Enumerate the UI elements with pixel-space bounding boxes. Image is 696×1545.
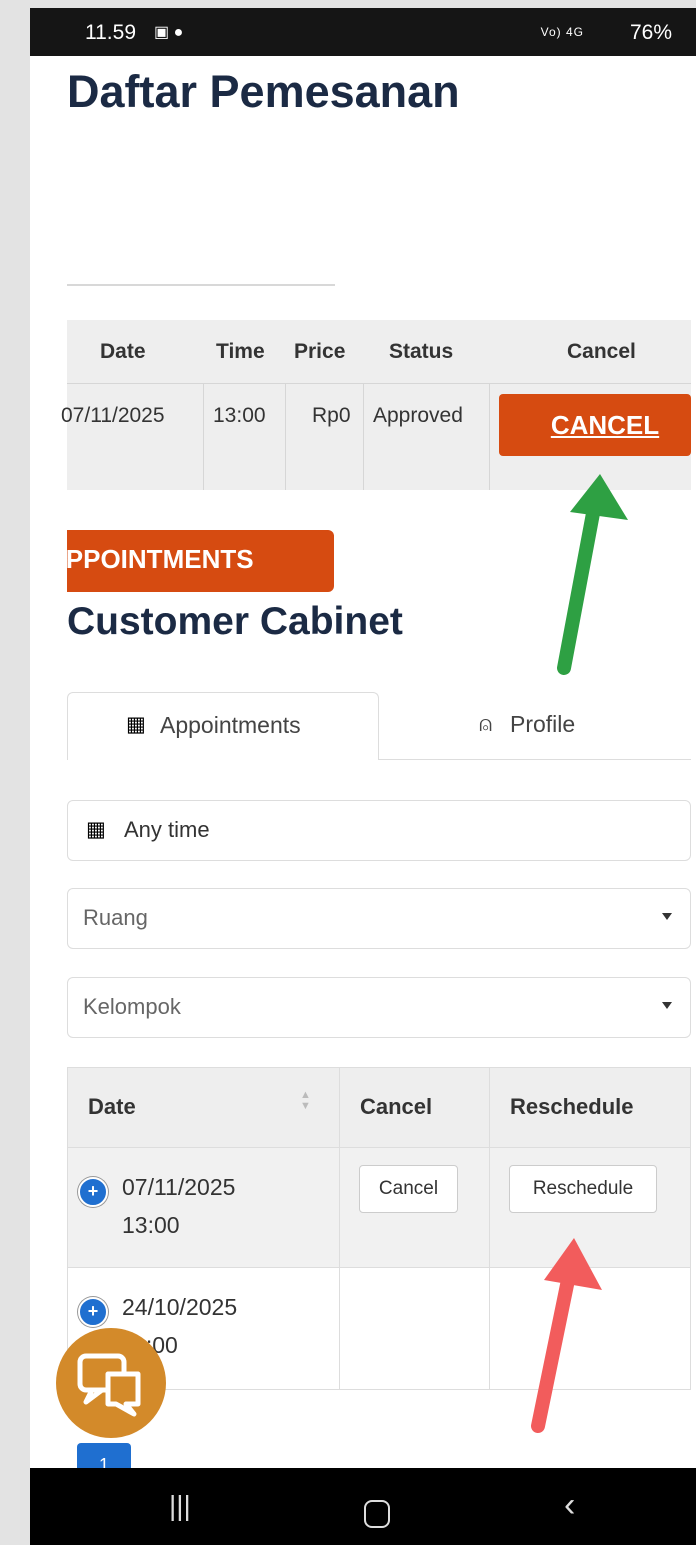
expand-icon[interactable]: + (78, 1177, 108, 1207)
recent-apps-icon[interactable]: ||| (169, 1490, 191, 1522)
table-header: Date ▲ ▼ Cancel Reschedule (68, 1068, 690, 1148)
header-price: Price (294, 340, 346, 363)
header-cancel: Cancel (360, 1094, 433, 1119)
cell-status: Approved (373, 404, 463, 427)
header-date: Date (100, 340, 146, 363)
tab-appointments[interactable]: ▦ Appointments (67, 692, 379, 760)
divider (67, 284, 335, 286)
home-icon[interactable] (364, 1500, 390, 1528)
appointments-banner-label: APPOINTMENTS (67, 544, 254, 574)
phone-screen: 11.59 ▣ ● Vo) 4G 76% Daftar Pemesanan Da… (30, 8, 696, 1545)
back-icon[interactable]: ‹ (564, 1486, 575, 1525)
tabs: ▦ Appointments ⍝ Profile (67, 692, 691, 760)
date-filter-value: Any time (124, 817, 210, 842)
cell-time: 13:00 (213, 404, 266, 427)
column-divider (489, 384, 490, 490)
room-select[interactable]: Ruang (67, 888, 691, 949)
user-icon: ⍝ (479, 711, 493, 736)
cell-price: Rp0 (312, 404, 351, 427)
row-date-value: 07/11/2025 (122, 1174, 236, 1200)
header-status: Status (389, 340, 454, 363)
row-date: 07/11/2025 13:00 (122, 1168, 235, 1244)
column-divider (339, 1068, 340, 1389)
column-divider (363, 384, 364, 490)
column-divider (203, 384, 204, 490)
red-arrow-annotation (531, 1238, 602, 1433)
row-time-value: 13:00 (122, 1212, 180, 1238)
page-title: Daftar Pemesanan (67, 66, 460, 117)
group-select-value: Kelompok (83, 994, 181, 1019)
status-bar: 11.59 ▣ ● Vo) 4G 76% (30, 8, 696, 56)
header-cancel: Cancel (567, 340, 636, 363)
battery-level: 76% (629, 21, 672, 44)
header-divider (67, 383, 691, 384)
tab-profile-label: Profile (510, 711, 576, 737)
cabinet-title: Customer Cabinet (67, 600, 403, 643)
chat-button[interactable] (56, 1328, 166, 1438)
column-divider (489, 1068, 490, 1389)
header-date: Date (88, 1094, 136, 1119)
cell-date: 07/11/2025 (61, 404, 165, 427)
green-arrow-annotation (557, 474, 628, 675)
calendar-icon: ▦ (126, 713, 146, 736)
status-time: 11.59 (85, 21, 136, 44)
row-date-value: 24/10/2025 (122, 1294, 238, 1320)
cancel-booking-button[interactable]: CANCEL (499, 394, 691, 456)
cancel-button[interactable]: Cancel (359, 1165, 458, 1213)
tab-profile[interactable]: ⍝ Profile (379, 692, 691, 760)
notification-icons: ▣ ● (154, 24, 184, 41)
calendar-icon: ▦ (86, 818, 106, 841)
tab-appointments-label: Appointments (160, 712, 301, 738)
column-divider (285, 384, 286, 490)
chevron-down-icon (662, 913, 672, 920)
header-reschedule: Reschedule (510, 1094, 634, 1119)
system-nav-bar: ||| ‹ (30, 1468, 696, 1545)
header-time: Time (216, 340, 265, 363)
sort-icon[interactable]: ▲ ▼ (300, 1090, 311, 1112)
room-select-value: Ruang (83, 905, 148, 930)
date-filter[interactable]: ▦ Any time (67, 800, 691, 861)
booking-table: Date Time Price Status Cancel 07/11/2025… (61, 320, 691, 490)
group-select[interactable]: Kelompok (67, 977, 691, 1038)
network-indicator: Vo) 4G (540, 25, 584, 39)
reschedule-button[interactable]: Reschedule (509, 1165, 657, 1213)
chat-icon (77, 1353, 141, 1417)
appointments-banner: APPOINTMENTS (67, 530, 334, 592)
expand-icon[interactable]: + (78, 1297, 108, 1327)
chevron-down-icon (662, 1002, 672, 1009)
